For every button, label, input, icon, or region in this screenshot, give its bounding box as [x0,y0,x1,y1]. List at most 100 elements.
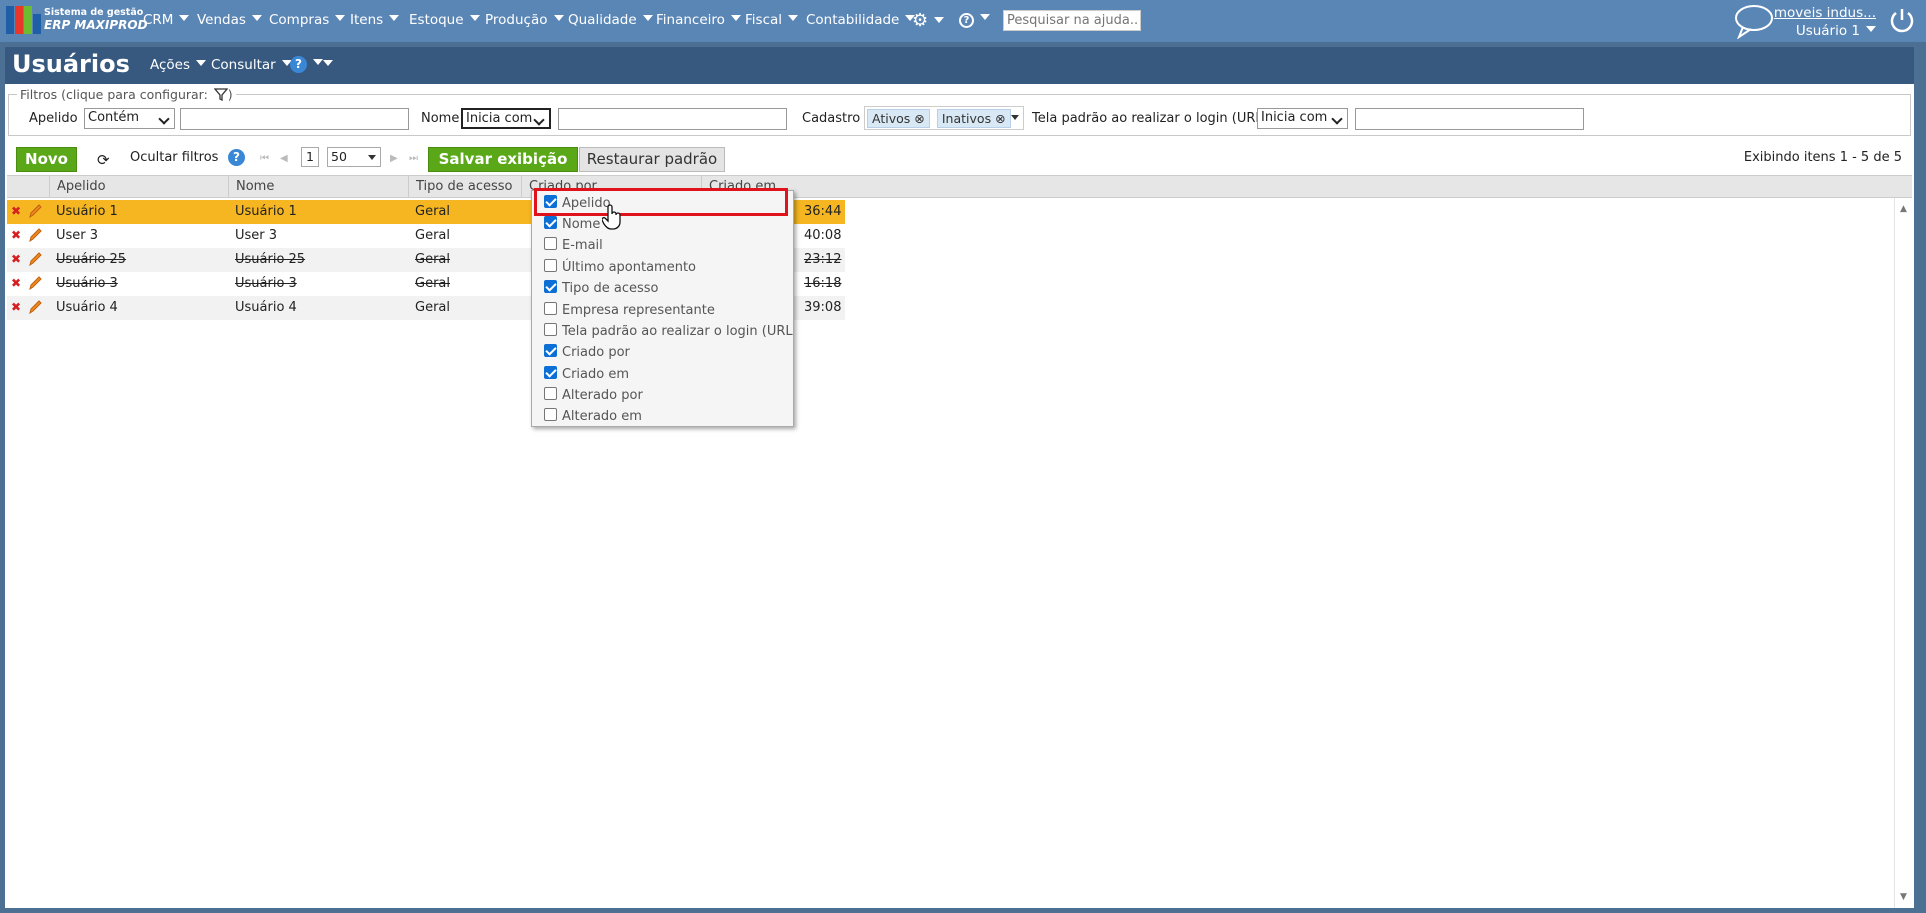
checkbox-alterado-em[interactable] [544,408,557,421]
checkbox-empresa[interactable] [544,302,557,315]
page-number[interactable]: 1 [301,147,319,167]
help-icon[interactable]: ? [959,11,990,28]
checkbox-tipo-acesso[interactable] [544,280,557,293]
page-size-select[interactable]: 50 [327,147,381,167]
nav-qualidade[interactable]: Qualidade [568,12,653,28]
nome-operator-select[interactable]: Inicia com [461,108,551,129]
next-page-icon[interactable]: ▶ [390,153,398,164]
edit-icon[interactable] [27,250,43,268]
nav-itens[interactable]: Itens [350,12,399,28]
chat-icon[interactable] [1733,3,1775,39]
filter-icon[interactable] [213,88,229,102]
restore-default-button[interactable]: Restaurar padrão [579,147,725,172]
prev-page-icon[interactable]: ◀ [280,153,288,164]
checkbox-nome[interactable] [544,216,557,229]
delete-icon[interactable]: ✖ [11,204,21,218]
delete-icon[interactable]: ✖ [11,252,21,266]
checkbox-ultimo-apontamento[interactable] [544,259,557,272]
option-label: Alterado por [562,388,643,403]
column-option-criado-em[interactable]: Criado em [544,366,629,384]
column-header-nome[interactable]: Nome [228,176,408,198]
nav-vendas[interactable]: Vendas [197,12,262,28]
highlight-box [534,188,788,216]
nav-financeiro[interactable]: Financeiro [656,12,741,28]
column-option-criado-por[interactable]: Criado por [544,344,630,362]
checkbox-criado-em[interactable] [544,366,557,379]
apelido-operator-value: Contém [88,110,140,125]
apelido-operator-select[interactable]: Contém [84,108,175,129]
column-option-alterado-por[interactable]: Alterado por [544,387,643,405]
user-menu[interactable]: Usuário 1 [1796,23,1876,39]
nav-crm[interactable]: CRM [143,12,189,28]
column-header-tipo[interactable]: Tipo de acesso [408,176,521,198]
company-link[interactable]: moveis indus... [1774,4,1876,22]
logo-text[interactable]: Sistema de gestão ERP MAXIPROD [44,6,148,32]
top-navigation-bar: Sistema de gestão ERP MAXIPROD CRM Venda… [0,0,1926,42]
tela-filter-label: Tela padrão ao realizar o login (URL) [1032,111,1268,126]
vertical-scrollbar[interactable]: ▲ ▼ [1894,198,1914,908]
consult-menu[interactable]: Consultar [211,57,292,73]
nav-compras[interactable]: Compras [269,12,345,28]
cell-apelido: Usuário 25 [56,252,127,267]
chevron-down-icon[interactable] [1011,115,1019,120]
remove-tag-icon[interactable]: ⊗ [914,111,924,126]
delete-icon[interactable]: ✖ [11,228,21,242]
grid-help-icon[interactable]: ? [228,149,245,166]
hide-filters-button[interactable]: Ocultar filtros [130,150,218,165]
checkbox-tela-padrao[interactable] [544,323,557,336]
nav-estoque[interactable]: Estoque [409,12,480,28]
user-area[interactable]: moveis indus... Usuário 1 [1774,4,1876,40]
column-option-nome[interactable]: Nome [544,216,600,234]
nome-filter-input[interactable] [558,108,787,130]
tag-inativos[interactable]: Inativos ⊗ [936,109,1011,128]
nav-producao[interactable]: Produção [485,12,564,28]
page-title: Usuários [12,50,130,78]
nav-fiscal[interactable]: Fiscal [745,12,798,28]
edit-icon[interactable] [27,226,43,244]
scroll-down-icon[interactable]: ▼ [1900,892,1907,902]
nav-contabilidade[interactable]: Contabilidade [806,12,915,28]
checkbox-alterado-por[interactable] [544,387,557,400]
cell-apelido: Usuário 1 [56,204,118,219]
column-option-ultimo-apontamento[interactable]: Último apontamento [544,259,696,277]
cell-criado-em: 39:08 [804,300,842,315]
column-option-tela-padrao[interactable]: Tela padrão ao realizar o login (URL) [544,323,793,341]
cadastro-tags-select[interactable]: Ativos ⊗ Inativos ⊗ [864,106,1024,130]
column-option-tipo-acesso[interactable]: Tipo de acesso [544,280,658,298]
edit-icon[interactable] [27,202,43,220]
column-header-apelido[interactable]: Apelido [49,176,228,198]
edit-icon[interactable] [27,274,43,292]
column-option-email[interactable]: E-mail [544,237,603,255]
first-page-icon[interactable]: ⏮ [260,153,269,164]
tag-ativos-label: Ativos [872,111,911,126]
new-button[interactable]: Novo [16,147,77,172]
gear-icon[interactable]: ⚙ [912,10,944,31]
cell-nome: Usuário 3 [235,276,297,291]
checkbox-email[interactable] [544,237,557,250]
cell-criado-em: 16:18 [804,276,842,291]
column-option-empresa[interactable]: Empresa representante [544,302,715,320]
actions-menu[interactable]: Ações [150,57,206,73]
tela-operator-value: Inicia com [1261,110,1328,125]
tela-filter-input[interactable] [1355,108,1584,130]
power-icon[interactable] [1888,6,1916,34]
filters-legend-text: Filtros (clique para configurar: [20,87,208,102]
tag-ativos[interactable]: Ativos ⊗ [867,109,930,128]
tela-operator-select[interactable]: Inicia com [1257,108,1348,129]
refresh-icon[interactable]: ⟳ [97,151,110,169]
apelido-filter-input[interactable] [180,108,409,130]
erp-logo-icon[interactable] [6,6,41,34]
column-option-alterado-em[interactable]: Alterado em [544,408,642,426]
checkbox-criado-por[interactable] [544,344,557,357]
options-dropdown[interactable] [317,57,333,73]
scroll-up-icon[interactable]: ▲ [1900,204,1907,214]
last-page-icon[interactable]: ⏭ [409,153,418,164]
delete-icon[interactable]: ✖ [11,300,21,314]
filters-legend[interactable]: Filtros (clique para configurar: ) [17,87,236,102]
delete-icon[interactable]: ✖ [11,276,21,290]
edit-icon[interactable] [27,298,43,316]
help-search-input[interactable] [1003,10,1141,31]
remove-tag-icon[interactable]: ⊗ [995,111,1005,126]
grid-header: Apelido Nome Tipo de acesso Criado por C… [7,175,1912,198]
save-view-button[interactable]: Salvar exibição [428,147,578,172]
